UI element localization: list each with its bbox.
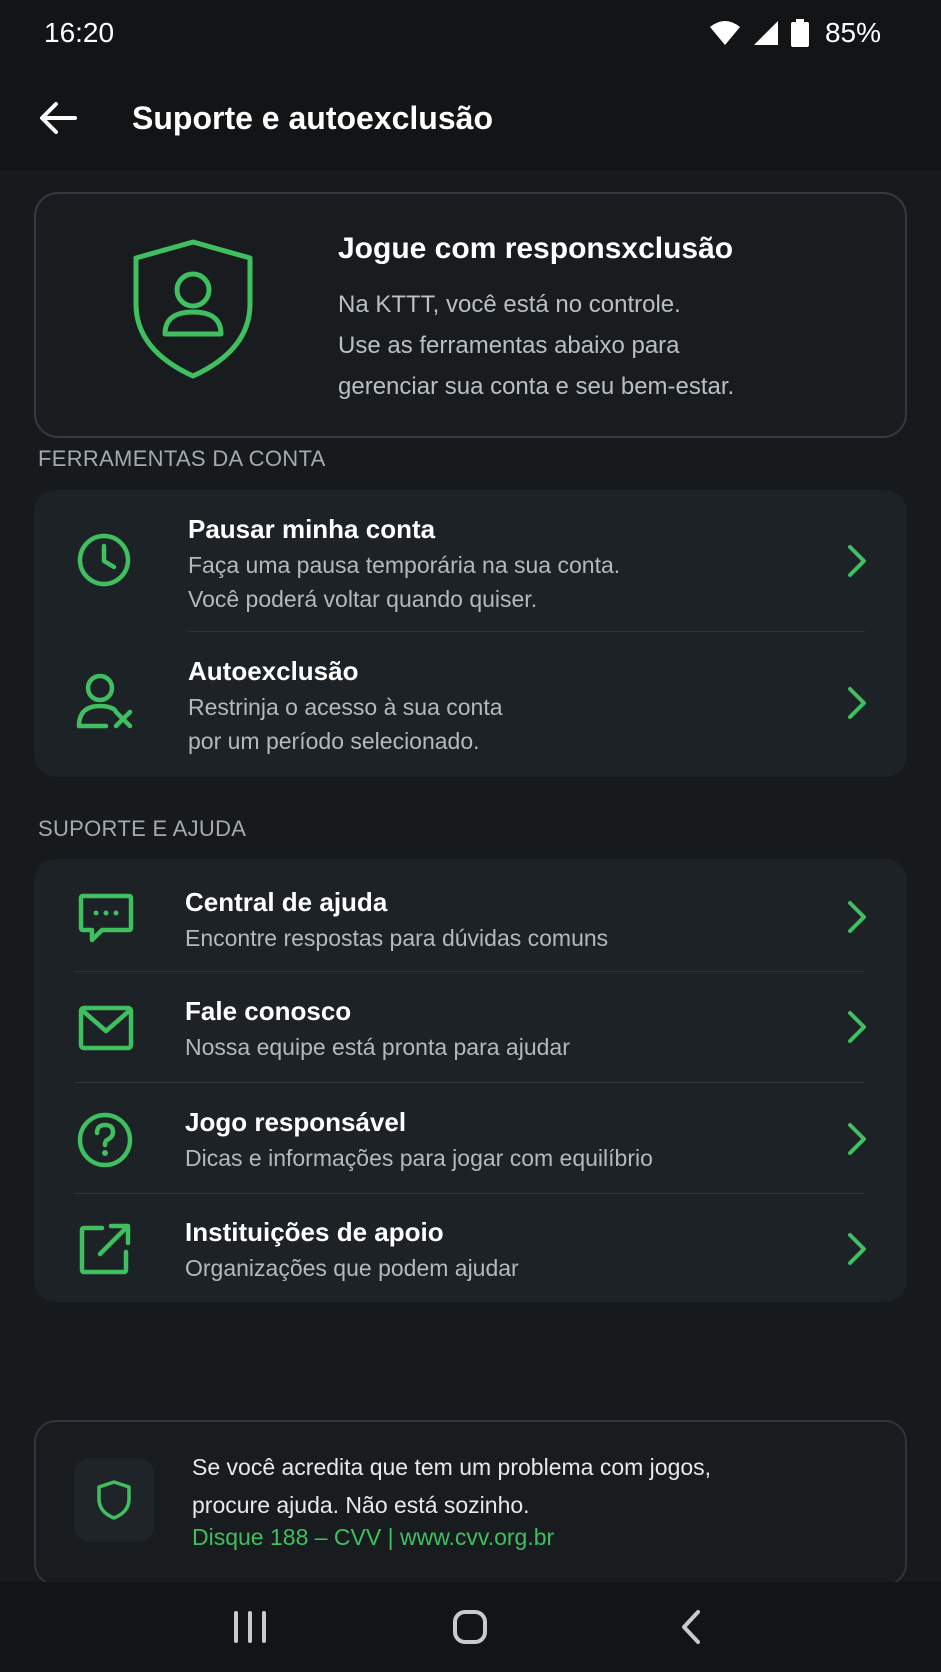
help-info-card: Se você acredita que tem um problema com… (34, 1420, 907, 1586)
list-item-self-exclusion[interactable]: Autoexclusão Restrinja o acesso à sua co… (34, 632, 907, 777)
item-title: Pausar minha conta (188, 514, 436, 544)
shield-icon (97, 1480, 131, 1520)
section-label-support: SUPORTE E AJUDA (38, 816, 247, 841)
help-line: Se você acredita que tem um problema com… (192, 1454, 712, 1480)
chevron-right-icon (847, 686, 867, 725)
desc-line: Faça uma pausa temporária na sua conta. (188, 552, 621, 578)
user-x-icon (76, 672, 136, 735)
chevron-right-icon (847, 544, 867, 583)
home-icon (453, 1610, 488, 1644)
signal-icon (753, 21, 778, 45)
account-tools-card: Pausar minha conta Faça uma pausa tempor… (34, 490, 907, 777)
recent-apps-icon (234, 1611, 267, 1643)
clock-icon (76, 532, 132, 593)
item-description: Restrinja o acesso à sua conta por um pe… (188, 690, 503, 758)
desc-line: por um período selecionado. (188, 728, 480, 754)
item-description: Nossa equipe está pronta para ajudar (185, 1034, 570, 1060)
help-line: procure ajuda. Não está sozinho. (192, 1492, 530, 1518)
hero-line: Na KTTT, você está no controle. (338, 291, 681, 318)
recent-apps-button[interactable] (210, 1597, 290, 1657)
back-button[interactable] (28, 88, 88, 148)
chevron-right-icon (847, 1122, 867, 1161)
item-description: Encontre respostas para dúvidas comuns (185, 925, 609, 951)
status-bar: 16:20 85% (0, 0, 941, 66)
shield-badge (74, 1458, 154, 1542)
status-icons: 85% (709, 17, 881, 49)
list-item-pause-account[interactable]: Pausar minha conta Faça uma pausa tempor… (34, 490, 907, 631)
status-time: 16:20 (44, 17, 115, 48)
chat-icon (78, 893, 134, 950)
arrow-left-icon (40, 102, 77, 134)
system-back-button[interactable] (651, 1597, 731, 1657)
chevron-right-icon (847, 1232, 867, 1271)
list-item-responsible-gaming[interactable]: Jogo responsável Dicas e informações par… (34, 1083, 907, 1193)
hero-line: Use as ferramentas abaixo para (338, 332, 680, 359)
item-title: Instituições de apoio (185, 1217, 444, 1247)
desc-line: Você poderá voltar quando quiser. (188, 586, 538, 612)
battery-percentage: 85% (824, 17, 881, 48)
external-link-icon (78, 1222, 132, 1281)
cvv-link[interactable]: Disque 188 – CVV | www.cvv.org.br (192, 1524, 554, 1551)
home-button[interactable] (430, 1597, 510, 1657)
list-item-help-center[interactable]: Central de ajuda Encontre respostas para… (34, 859, 907, 971)
system-nav-bar (0, 1582, 941, 1672)
hero-card: Jogue com responsxclusão Na KTTT, você e… (34, 192, 907, 438)
list-item-contact-us[interactable]: Fale conosco Nossa equipe está pronta pa… (34, 972, 907, 1082)
item-title: Central de ajuda (185, 887, 388, 917)
section-label-account-tools: FERRAMENTAS DA CONTA (38, 446, 326, 471)
question-icon (76, 1111, 134, 1174)
help-message: Se você acredita que tem um problema com… (192, 1448, 711, 1524)
chevron-right-icon (847, 900, 867, 939)
shield-user-icon (132, 238, 254, 385)
page-title: Suporte e autoexclusão (132, 99, 493, 136)
mail-icon (78, 1005, 134, 1056)
hero-description: Na KTTT, você está no controle. Use as f… (338, 284, 858, 407)
chevron-right-icon (847, 1010, 867, 1049)
wifi-icon (709, 21, 740, 45)
app-bar: Suporte e autoexclusão (0, 66, 941, 170)
hero-title: Jogue com responsxclusão (338, 232, 734, 265)
list-item-support-institutions[interactable]: Instituições de apoio Organizações que p… (34, 1194, 907, 1302)
support-card: Central de ajuda Encontre respostas para… (34, 859, 907, 1302)
battery-icon (790, 19, 809, 47)
item-title: Autoexclusão (188, 656, 359, 686)
item-title: Fale conosco (185, 996, 352, 1026)
item-description: Dicas e informações para jogar com equil… (185, 1145, 653, 1171)
item-description: Faça uma pausa temporária na sua conta. … (188, 548, 620, 616)
item-description: Organizações que podem ajudar (185, 1255, 519, 1281)
chevron-left-icon (681, 1610, 700, 1644)
item-title: Jogo responsável (185, 1107, 407, 1137)
hero-line: gerenciar sua conta e seu bem-estar. (338, 373, 735, 400)
desc-line: Restrinja o acesso à sua conta (188, 694, 503, 720)
